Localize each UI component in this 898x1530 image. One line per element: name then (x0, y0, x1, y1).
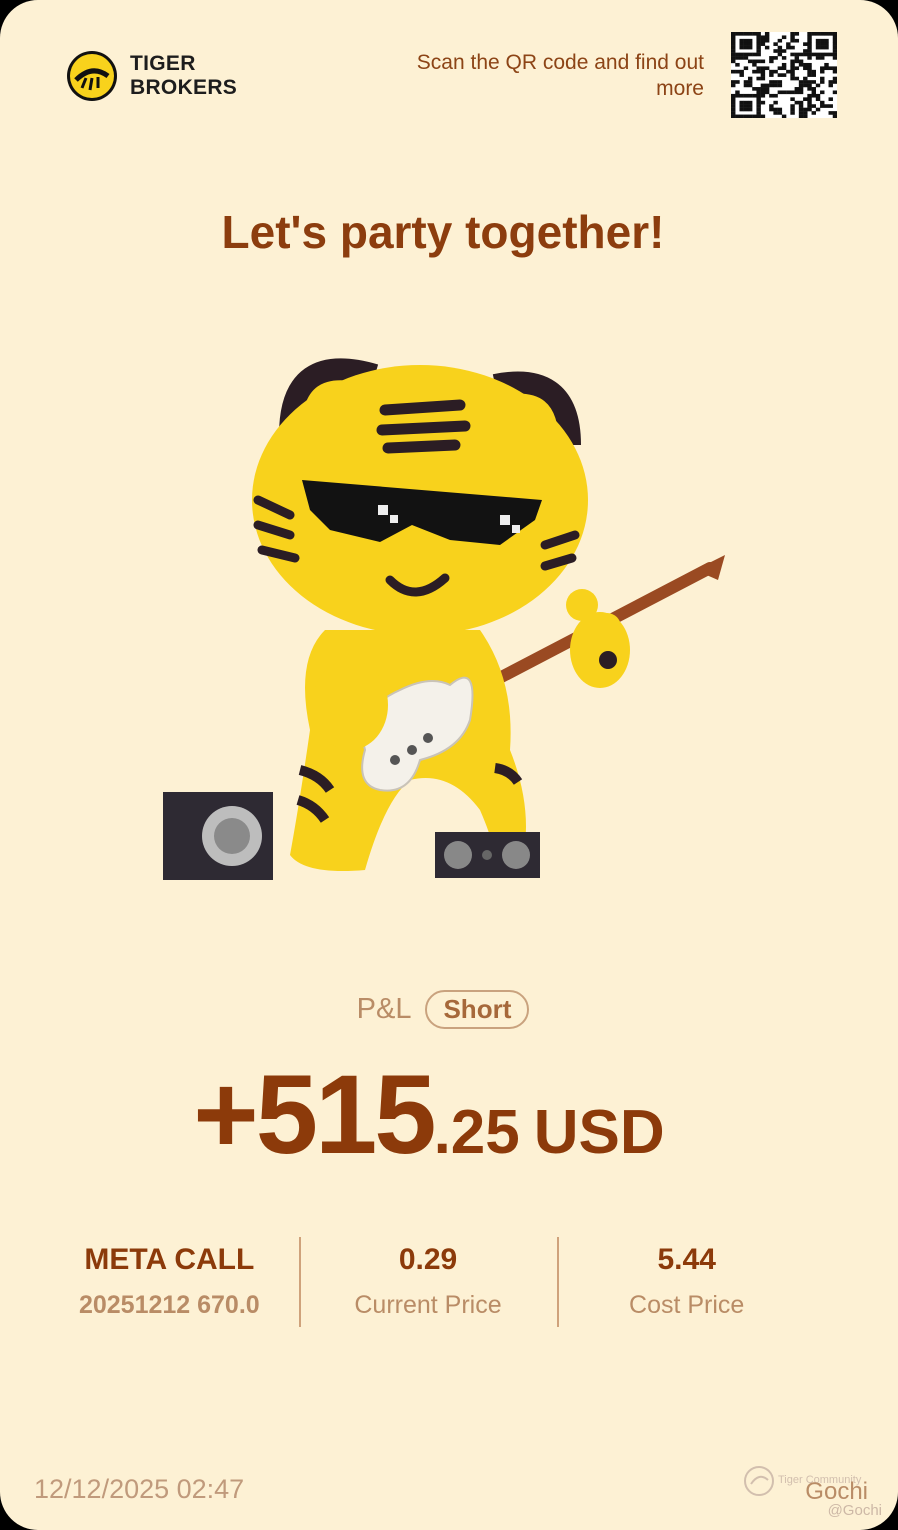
community-watermark: Tiger Community Gochi @Gochi (742, 1462, 882, 1522)
pnl-amount-integer: +515 (193, 1052, 436, 1177)
contract-stat: META CALL 20251212 670.0 (40, 1235, 299, 1327)
page-title: Let's party together! (221, 206, 665, 258)
share-card: TIGER BROKERS Scan the QR code and find … (0, 0, 898, 1530)
cost-price-value: 5.44 (657, 1243, 716, 1276)
cost-price-stat: 5.44 Cost Price (557, 1235, 816, 1327)
speaker-icon (435, 832, 540, 878)
stats-row: META CALL 20251212 670.0 0.29 Current Pr… (40, 1235, 816, 1327)
speaker-icon (163, 792, 273, 880)
watermark-handle: @Gochi (827, 1502, 882, 1519)
current-price-label: Current Price (354, 1291, 502, 1319)
pnl-currency: USD (533, 1098, 665, 1167)
contract-detail: 20251212 670.0 (78, 1291, 260, 1319)
timestamp: 12/12/2025 02:47 (34, 1474, 245, 1504)
qr-code[interactable] (731, 32, 837, 118)
brand-name-line1: TIGER (130, 52, 196, 75)
tiger-logo-icon (67, 51, 117, 101)
brand-logo: TIGER BROKERS (66, 50, 237, 102)
pnl-label: P&L (356, 993, 412, 1025)
position-badge: Short (425, 990, 530, 1029)
pnl-row: P&L Short (0, 990, 886, 1029)
brand-name: TIGER BROKERS (130, 52, 237, 100)
brand-name-line2: BROKERS (130, 76, 238, 99)
tiger-community-icon (744, 1466, 774, 1496)
contract-symbol: META CALL (84, 1243, 255, 1276)
cost-price-label: Cost Price (629, 1291, 745, 1319)
tiger-guitar-mascot (163, 358, 725, 880)
pnl-amount-decimal: .25 (433, 1098, 520, 1167)
current-price-value: 0.29 (398, 1243, 458, 1276)
scan-prompt: Scan the QR code and find out more (416, 51, 704, 100)
pnl-amount: +515.25 USD (0, 1050, 858, 1179)
current-price-stat: 0.29 Current Price (298, 1235, 558, 1327)
